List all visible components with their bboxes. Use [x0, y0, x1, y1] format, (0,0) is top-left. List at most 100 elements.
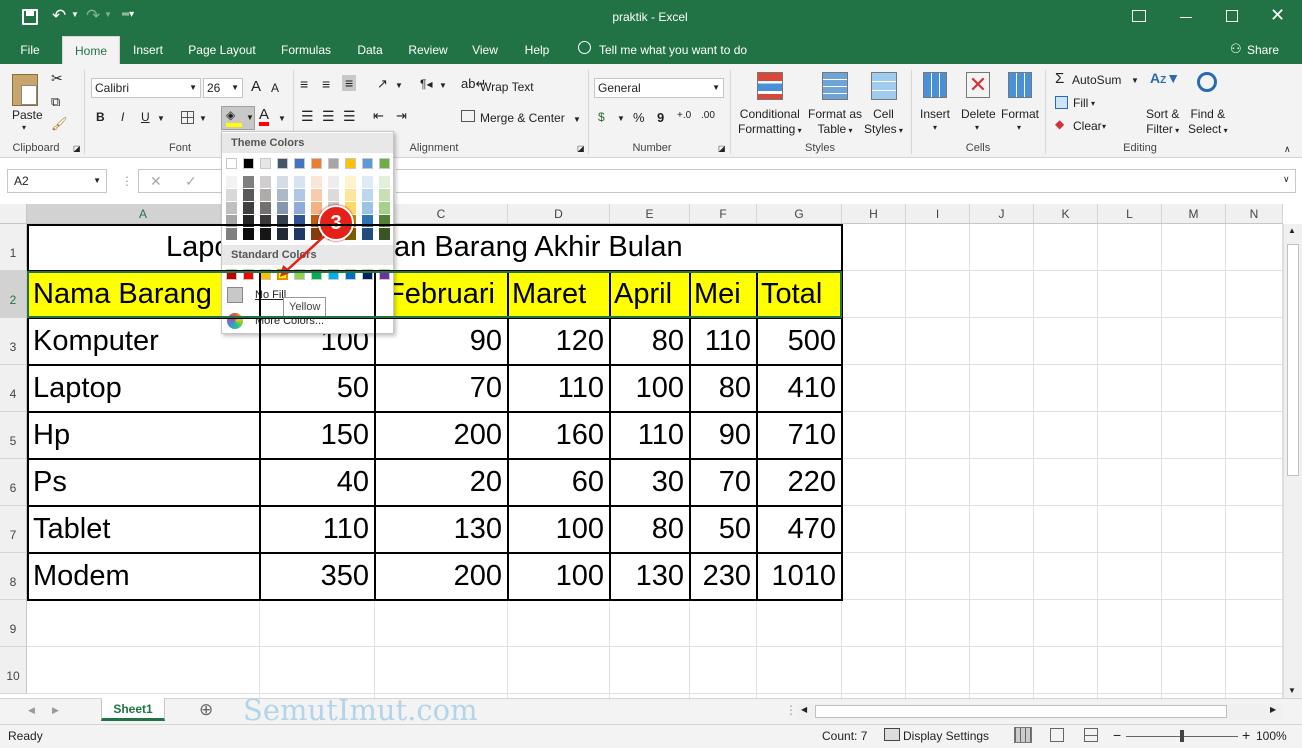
row-header-6[interactable]: 6: [0, 459, 27, 506]
paste-button[interactable]: Paste: [12, 108, 43, 122]
undo-dropdown-icon[interactable]: ▼: [71, 10, 79, 19]
tab-help[interactable]: Help: [516, 36, 558, 64]
increase-decimal-icon[interactable]: +.0: [677, 110, 691, 121]
tab-scroll-dots-icon[interactable]: ⋮: [785, 703, 797, 717]
theme-shade-swatch[interactable]: [226, 189, 237, 201]
cell-f7[interactable]: 50: [690, 506, 757, 553]
row-header-7[interactable]: 7: [0, 506, 27, 553]
decrease-decimal-icon[interactable]: .00: [701, 110, 715, 121]
paste-dropdown-icon[interactable]: ▾: [22, 123, 26, 132]
cell-e6[interactable]: 30: [610, 459, 690, 506]
theme-shade-swatch[interactable]: [226, 215, 237, 227]
theme-shade-swatch[interactable]: [243, 215, 254, 227]
vertical-scrollbar[interactable]: ▲ ▼: [1283, 224, 1302, 698]
close-icon[interactable]: ✕: [1270, 5, 1285, 26]
select-all-corner[interactable]: [0, 204, 27, 224]
italic-button[interactable]: I: [121, 110, 124, 124]
cell-b7[interactable]: 110: [260, 506, 375, 553]
undo-icon[interactable]: ↶: [52, 6, 66, 26]
fill-dropdown-icon[interactable]: ▾: [1091, 99, 1095, 108]
column-header-h[interactable]: H: [842, 204, 906, 224]
tab-page-layout[interactable]: Page Layout: [182, 36, 262, 64]
theme-shade-swatch[interactable]: [379, 202, 390, 214]
theme-shade-swatch[interactable]: [277, 176, 288, 188]
scroll-left-icon[interactable]: ◀: [801, 705, 807, 714]
cell-d5[interactable]: 160: [508, 412, 610, 459]
theme-shade-swatch[interactable]: [226, 176, 237, 188]
display-settings-icon[interactable]: [884, 728, 900, 741]
theme-shade-swatch[interactable]: [294, 176, 305, 188]
borders-dropdown-icon[interactable]: ▼: [199, 114, 207, 123]
bold-button[interactable]: B: [96, 110, 105, 124]
row-header-10[interactable]: 10: [0, 647, 27, 694]
expand-formula-icon[interactable]: ∨: [1283, 174, 1290, 185]
cell-e5[interactable]: 110: [610, 412, 690, 459]
cell-g6[interactable]: 220: [757, 459, 842, 506]
tab-view[interactable]: View: [466, 36, 504, 64]
bottom-align-icon[interactable]: ≡: [342, 75, 357, 91]
column-header-e[interactable]: E: [610, 204, 690, 224]
rtl-dropdown-icon[interactable]: ▼: [439, 81, 447, 90]
horizontal-scroll-thumb[interactable]: [815, 705, 1227, 718]
column-header-m[interactable]: M: [1162, 204, 1226, 224]
theme-shade-swatch[interactable]: [294, 202, 305, 214]
tab-formulas[interactable]: Formulas: [274, 36, 338, 64]
number-format-box[interactable]: General ▼: [594, 78, 724, 98]
theme-shade-swatch[interactable]: [226, 202, 237, 214]
redo-dropdown-icon[interactable]: ▼: [104, 10, 112, 19]
alignment-launcher-icon[interactable]: ◪: [577, 144, 585, 153]
insert-cells-icon[interactable]: [923, 72, 947, 98]
theme-color-swatch[interactable]: [294, 158, 305, 169]
cell-g4[interactable]: 410: [757, 365, 842, 412]
format-dropdown-icon[interactable]: ▾: [1017, 123, 1021, 132]
fill-button[interactable]: Fill: [1073, 96, 1088, 110]
sort-filter-button[interactable]: Sort & Filter ▾: [1146, 107, 1179, 138]
theme-shade-swatch[interactable]: [379, 176, 390, 188]
format-cells-icon[interactable]: [1008, 72, 1032, 98]
cell-f8[interactable]: 230: [690, 553, 757, 600]
share-button[interactable]: Share: [1247, 43, 1279, 57]
format-as-table-button[interactable]: Format as Table ▾: [808, 107, 862, 138]
merge-dropdown-icon[interactable]: ▼: [573, 115, 581, 124]
borders-icon[interactable]: [181, 111, 194, 124]
format-as-table-icon[interactable]: [822, 72, 848, 100]
theme-shade-swatch[interactable]: [345, 176, 356, 188]
find-select-icon[interactable]: [1197, 72, 1217, 92]
next-sheet-icon[interactable]: ▶: [52, 705, 59, 716]
theme-shade-swatch[interactable]: [379, 189, 390, 201]
cell-e8[interactable]: 130: [610, 553, 690, 600]
column-header-i[interactable]: I: [906, 204, 970, 224]
cell-e4[interactable]: 100: [610, 365, 690, 412]
tab-insert[interactable]: Insert: [126, 36, 170, 64]
page-layout-view-icon[interactable]: [1050, 728, 1064, 742]
tab-review[interactable]: Review: [402, 36, 454, 64]
underline-dropdown-icon[interactable]: ▼: [157, 114, 165, 123]
cell-g8[interactable]: 1010: [757, 553, 842, 600]
paste-icon[interactable]: [12, 74, 38, 106]
insert-cells-button[interactable]: Insert: [920, 107, 950, 121]
sheet-tab-sheet1[interactable]: Sheet1: [101, 698, 165, 721]
copy-icon[interactable]: ⧉: [51, 94, 60, 110]
merge-center-icon[interactable]: [461, 110, 475, 122]
header-cell-c[interactable]: Februari: [375, 271, 508, 318]
theme-color-swatch[interactable]: [362, 158, 373, 169]
underline-button[interactable]: U: [141, 110, 150, 124]
delete-cells-button[interactable]: Delete: [961, 107, 996, 121]
clear-button[interactable]: Clear: [1073, 119, 1102, 133]
cell-d8[interactable]: 100: [508, 553, 610, 600]
cell-f3[interactable]: 110: [690, 318, 757, 365]
row-header-5[interactable]: 5: [0, 412, 27, 459]
decrease-indent-icon[interactable]: ⇤: [373, 108, 384, 124]
theme-color-swatch[interactable]: [243, 158, 254, 169]
right-align-icon[interactable]: ☰: [343, 108, 356, 125]
display-settings-button[interactable]: Display Settings: [903, 729, 989, 743]
cell-c8[interactable]: 200: [375, 553, 508, 600]
header-cell-f[interactable]: Mei: [690, 271, 757, 318]
theme-shade-swatch[interactable]: [277, 189, 288, 201]
eraser-icon[interactable]: ◆: [1055, 117, 1064, 131]
insert-dropdown-icon[interactable]: ▾: [933, 123, 937, 132]
wrap-text-button[interactable]: Wrap Text: [480, 80, 534, 94]
column-header-g[interactable]: G: [757, 204, 842, 224]
row-header-4[interactable]: 4: [0, 365, 27, 412]
add-sheet-button[interactable]: ⊕: [199, 700, 213, 720]
